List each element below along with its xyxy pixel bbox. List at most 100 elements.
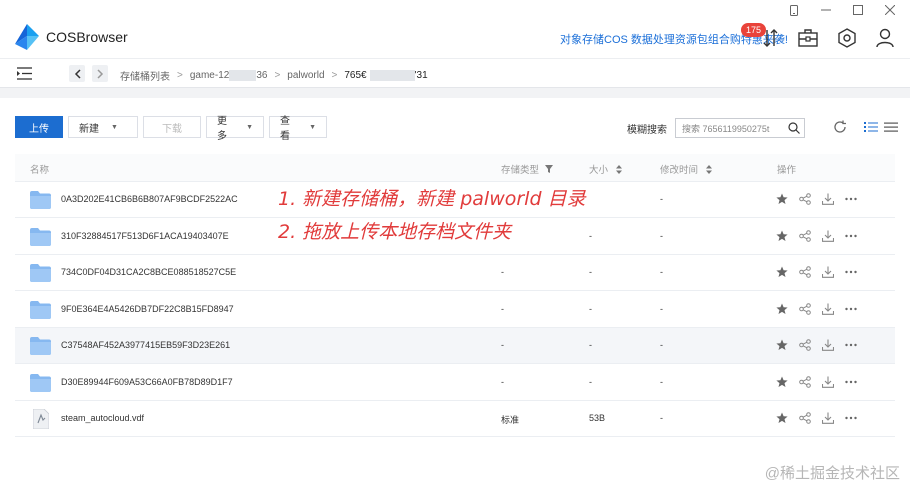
file-panel: 上传 新建 ▼ 下载 更多 ▼ 查看 ▼ 模糊搜索 搜索 76561199502… xyxy=(0,88,910,489)
star-icon[interactable] xyxy=(775,375,788,389)
download-icon[interactable] xyxy=(821,265,834,279)
column-name[interactable]: 名称 xyxy=(30,162,49,176)
refresh-icon[interactable] xyxy=(833,120,847,134)
more-icon[interactable] xyxy=(844,192,857,206)
breadcrumb-folder[interactable]: palworld xyxy=(287,70,324,81)
download-icon[interactable] xyxy=(821,411,834,425)
row-size: - xyxy=(589,340,592,350)
transfer-icon[interactable] xyxy=(760,27,782,49)
chevron-right-icon xyxy=(96,68,103,79)
row-name[interactable]: D30E89944F609A53C66A0FB78D89D1F7 xyxy=(61,377,233,387)
row-storage-type: - xyxy=(501,340,504,350)
maximize-icon[interactable] xyxy=(852,4,864,16)
row-modified-time: - xyxy=(660,340,663,350)
mobile-icon[interactable] xyxy=(788,4,800,16)
download-icon[interactable] xyxy=(821,338,834,352)
share-icon[interactable] xyxy=(798,338,811,352)
sort-icon[interactable] xyxy=(616,164,623,174)
sort-icon[interactable] xyxy=(706,164,713,174)
new-button[interactable]: 新建 ▼ xyxy=(68,116,138,138)
more-icon[interactable] xyxy=(844,229,857,243)
filter-icon[interactable] xyxy=(545,165,554,173)
row-modified-time: - xyxy=(660,303,663,314)
star-icon[interactable] xyxy=(775,192,788,206)
star-icon[interactable] xyxy=(775,338,788,352)
more-icon[interactable] xyxy=(844,302,857,316)
share-icon[interactable] xyxy=(798,375,811,389)
sidebar-toggle-icon[interactable] xyxy=(17,67,32,80)
search-placeholder: 搜索 7656119950275t xyxy=(682,123,770,134)
folder-icon xyxy=(30,373,51,392)
annotation-step-2: 2. 拖放上传本地存档文件夹 xyxy=(278,221,512,243)
download-icon[interactable] xyxy=(821,229,834,243)
share-icon[interactable] xyxy=(798,229,811,243)
folder-icon xyxy=(30,264,51,282)
new-button-label: 新建 xyxy=(79,123,99,135)
row-name[interactable]: 310F32884517F513D6F1ACA19403407E xyxy=(61,231,229,241)
caret-down-icon: ▼ xyxy=(111,123,118,131)
download-icon[interactable] xyxy=(821,375,834,389)
search-input[interactable]: 搜索 7656119950275t xyxy=(675,118,805,138)
forward-button[interactable] xyxy=(92,65,108,82)
minimize-icon[interactable] xyxy=(820,4,832,16)
back-button[interactable] xyxy=(69,65,85,82)
share-icon[interactable] xyxy=(798,265,811,279)
more-icon[interactable] xyxy=(844,411,857,425)
upload-button[interactable]: 上传 xyxy=(15,116,63,138)
file-icon xyxy=(33,409,49,429)
chevron-left-icon xyxy=(74,68,81,79)
toolbox-icon[interactable] xyxy=(797,27,819,49)
row-size: - xyxy=(589,267,592,277)
app-name: COSBrowser xyxy=(46,29,128,45)
column-size[interactable]: 大小 xyxy=(589,162,623,176)
close-icon[interactable] xyxy=(884,4,896,16)
table-row[interactable]: D30E89944F609A53C66A0FB78D89D1F7 - - - xyxy=(15,365,895,401)
row-name[interactable]: 0A3D202E41CB6B6B807AF9BCDF2522AC xyxy=(61,194,238,204)
column-size-label: 大小 xyxy=(589,165,609,176)
search-icon[interactable] xyxy=(788,122,800,134)
table-header: 名称 存储类型 大小 修改时间 操作 xyxy=(15,154,895,182)
star-icon[interactable] xyxy=(775,411,788,425)
row-name[interactable]: 9F0E364E4A5426DB7DF22C8B15FD8947 xyxy=(61,304,234,314)
detail-view-icon[interactable] xyxy=(884,120,898,134)
download-button[interactable]: 下载 xyxy=(143,116,201,138)
more-icon[interactable] xyxy=(844,375,857,389)
breadcrumb-bucket-list[interactable]: 存储桶列表 xyxy=(120,68,170,83)
folder-icon xyxy=(30,227,51,246)
row-name[interactable]: 734C0DF04D31CA2C8BCE088518527C5E xyxy=(61,267,236,277)
row-modified-time: - xyxy=(660,194,663,204)
share-icon[interactable] xyxy=(798,192,811,206)
star-icon[interactable] xyxy=(775,302,788,316)
share-icon[interactable] xyxy=(798,411,811,425)
more-icon[interactable] xyxy=(844,338,857,352)
user-icon[interactable] xyxy=(874,27,896,49)
view-button[interactable]: 查看 ▼ xyxy=(269,116,327,142)
table-row[interactable]: C37548AF452A3977415EB59F3D23E261 - - - xyxy=(15,328,895,364)
column-time-label: 修改时间 xyxy=(660,165,699,176)
breadcrumb-separator: > xyxy=(274,70,281,81)
folder-icon xyxy=(30,337,51,355)
column-time[interactable]: 修改时间 xyxy=(660,162,713,176)
row-storage-type: - xyxy=(501,303,504,314)
settings-icon[interactable] xyxy=(836,27,858,49)
column-type[interactable]: 存储类型 xyxy=(501,162,554,176)
breadcrumb-bucket[interactable]: game-12 xyxy=(190,70,229,81)
download-icon[interactable] xyxy=(821,302,834,316)
more-icon[interactable] xyxy=(844,265,857,279)
star-icon[interactable] xyxy=(775,265,788,279)
table-row[interactable]: 9F0E364E4A5426DB7DF22C8B15FD8947 - - - xyxy=(15,292,895,328)
search-area: 模糊搜索 搜索 7656119950275t xyxy=(627,118,805,138)
search-mode-select[interactable]: 模糊搜索 xyxy=(627,121,667,136)
table-row[interactable]: 734C0DF04D31CA2C8BCE088518527C5E - - - xyxy=(15,255,895,291)
row-modified-time: - xyxy=(660,376,663,387)
breadcrumb-current-suffix: '31 xyxy=(414,70,428,81)
row-name[interactable]: steam_autocloud.vdf xyxy=(61,413,144,423)
list-view-icon[interactable] xyxy=(864,120,878,134)
table-row[interactable]: steam_autocloud.vdf 标准 53B - xyxy=(15,401,895,437)
download-icon[interactable] xyxy=(821,192,834,206)
more-button[interactable]: 更多 ▼ xyxy=(206,116,264,142)
share-icon[interactable] xyxy=(798,302,811,316)
star-icon[interactable] xyxy=(775,229,788,243)
row-actions xyxy=(775,338,857,352)
row-name[interactable]: C37548AF452A3977415EB59F3D23E261 xyxy=(61,340,230,350)
